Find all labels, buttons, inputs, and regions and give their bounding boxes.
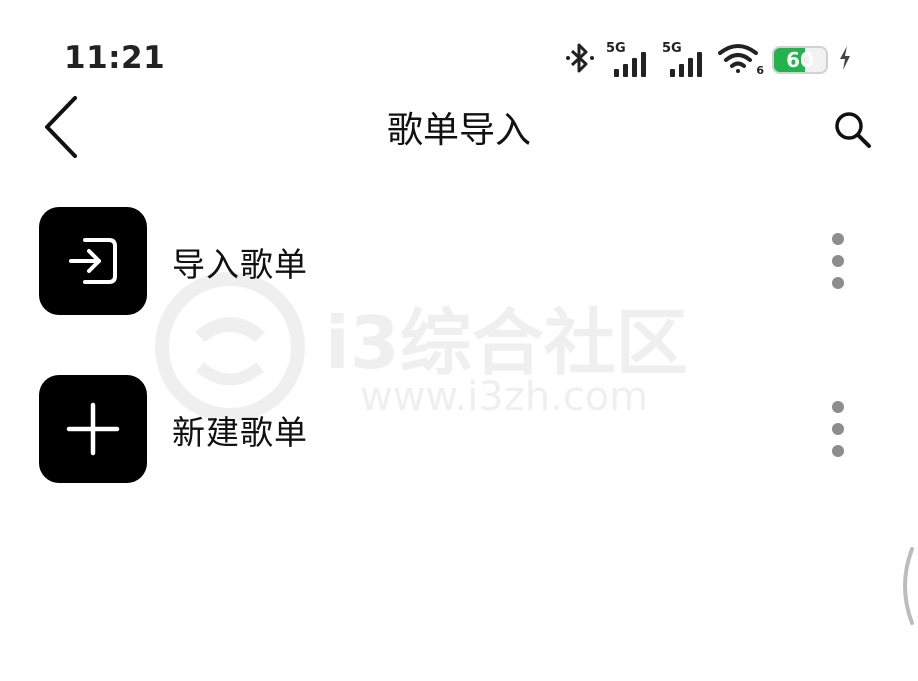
- list-item-label: 导入歌单: [172, 245, 308, 284]
- battery-indicator: 60: [772, 46, 828, 74]
- status-icons: 5G 5G 6 60: [564, 40, 852, 80]
- wifi-badge: 6: [756, 64, 764, 77]
- search-button[interactable]: [826, 103, 878, 155]
- list-item-label: 新建歌单: [172, 413, 308, 452]
- bluetooth-icon: [564, 41, 596, 79]
- import-icon: [69, 238, 117, 284]
- charging-icon: [838, 45, 852, 75]
- more-options-button[interactable]: [820, 401, 856, 457]
- list-item-new-playlist[interactable]: 新建歌单: [0, 373, 918, 485]
- status-bar: 11:21 5G 5G 6 60: [0, 0, 918, 95]
- import-tile: [39, 207, 147, 315]
- wifi-icon: 6: [718, 43, 764, 77]
- search-icon: [835, 112, 871, 148]
- signal-bars-icon: [670, 52, 702, 77]
- more-dot: [832, 255, 844, 267]
- edge-handle-icon: [903, 547, 914, 625]
- page-title: 歌单导入: [386, 110, 531, 151]
- edge-gesture-handle[interactable]: [892, 545, 918, 627]
- plus-icon: [66, 402, 120, 456]
- battery-percent: 60: [786, 48, 814, 72]
- more-dot: [832, 277, 844, 289]
- more-dot: [832, 233, 844, 245]
- status-time: 11:21: [64, 40, 166, 76]
- more-dot: [832, 445, 844, 457]
- signal-bars-icon: [614, 52, 646, 77]
- more-options-button[interactable]: [820, 233, 856, 289]
- more-dot: [832, 423, 844, 435]
- signal-5g-1: 5G: [606, 41, 652, 77]
- new-tile: [39, 375, 147, 483]
- signal-5g-2: 5G: [662, 41, 708, 77]
- list-item-import-playlist[interactable]: 导入歌单: [0, 205, 918, 317]
- app-header: 歌单导入: [0, 95, 918, 175]
- more-dot: [832, 401, 844, 413]
